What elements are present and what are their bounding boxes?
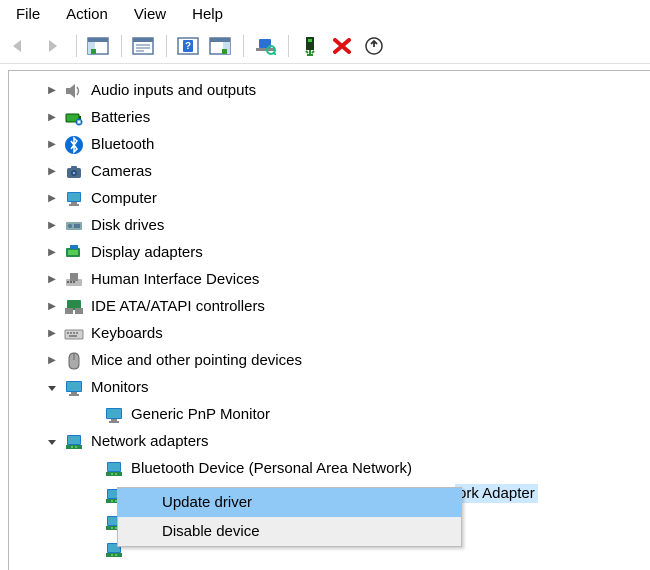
collapse-icon[interactable]: [45, 381, 59, 395]
toolbar-separator: [76, 35, 77, 57]
tree-label: Display adapters: [89, 243, 205, 262]
tree-label: Audio inputs and outputs: [89, 81, 258, 100]
menu-action[interactable]: Action: [54, 4, 120, 25]
svg-text:?: ?: [185, 41, 191, 52]
toolbar-separator: [121, 35, 122, 57]
expand-icon[interactable]: ▶: [45, 354, 59, 368]
mouse-icon: [63, 350, 85, 372]
action-pane-button[interactable]: [205, 33, 235, 59]
camera-icon: [63, 161, 85, 183]
scan-hardware-button[interactable]: [250, 33, 280, 59]
keyboard-icon: [63, 323, 85, 345]
toolbar: ?: [0, 29, 650, 64]
toolbar-separator: [166, 35, 167, 57]
ctx-disable-device[interactable]: Disable device: [118, 517, 461, 546]
tree-label: Monitors: [89, 378, 151, 397]
expand-icon[interactable]: ▶: [45, 165, 59, 179]
toolbar-separator: [243, 35, 244, 57]
tree-node-ide[interactable]: ▶ IDE ATA/ATAPI controllers: [15, 293, 650, 320]
context-menu: Update driver Disable device: [117, 487, 462, 547]
collapse-icon[interactable]: [45, 435, 59, 449]
monitor-icon: [63, 377, 85, 399]
computer-icon: [63, 188, 85, 210]
spacer: [85, 543, 99, 557]
tree-node-monitors[interactable]: Monitors: [15, 374, 650, 401]
display-adapter-icon: [63, 242, 85, 264]
network-adapter-icon: [63, 431, 85, 453]
tree-label: Mice and other pointing devices: [89, 351, 304, 370]
audio-icon: [63, 80, 85, 102]
tree-node-diskdrives[interactable]: ▶ Disk drives: [15, 212, 650, 239]
show-hide-tree-button[interactable]: [83, 33, 113, 59]
network-adapter-icon: [103, 458, 125, 480]
tree-node-network[interactable]: Network adapters: [15, 428, 650, 455]
expand-icon[interactable]: ▶: [45, 300, 59, 314]
expand-icon[interactable]: ▶: [45, 138, 59, 152]
tree-node-computer[interactable]: ▶ Computer: [15, 185, 650, 212]
tree-label-partial: ork Adapter: [455, 484, 538, 503]
menu-file[interactable]: File: [4, 4, 52, 25]
tree-label: Human Interface Devices: [89, 270, 261, 289]
tree-label: Bluetooth: [89, 135, 156, 154]
tree-node-batteries[interactable]: ▶ Batteries: [15, 104, 650, 131]
monitor-icon: [103, 404, 125, 426]
tree-node-mice[interactable]: ▶ Mice and other pointing devices: [15, 347, 650, 374]
disk-icon: [63, 215, 85, 237]
tree-node-keyboards[interactable]: ▶ Keyboards: [15, 320, 650, 347]
expand-icon[interactable]: ▶: [45, 246, 59, 260]
ide-icon: [63, 296, 85, 318]
bluetooth-icon: [63, 134, 85, 156]
tree-node-audio[interactable]: ▶ Audio inputs and outputs: [15, 77, 650, 104]
tree-label: Disk drives: [89, 216, 166, 235]
back-button[interactable]: [6, 33, 36, 59]
hid-icon: [63, 269, 85, 291]
expand-icon[interactable]: ▶: [45, 84, 59, 98]
menu-view[interactable]: View: [122, 4, 178, 25]
spacer: [85, 408, 99, 422]
expand-icon[interactable]: ▶: [45, 327, 59, 341]
expand-icon[interactable]: ▶: [45, 219, 59, 233]
disable-device-button[interactable]: [327, 33, 357, 59]
tree-label: Computer: [89, 189, 159, 208]
enable-device-button[interactable]: [295, 33, 325, 59]
spacer: [85, 462, 99, 476]
tree-node-bt-pan[interactable]: Bluetooth Device (Personal Area Network): [15, 455, 650, 482]
ctx-update-driver[interactable]: Update driver: [118, 488, 461, 517]
tree-label: Generic PnP Monitor: [129, 405, 272, 424]
expand-icon[interactable]: ▶: [45, 111, 59, 125]
tree-label: Network adapters: [89, 432, 211, 451]
tree-label: Keyboards: [89, 324, 165, 343]
update-driver-button[interactable]: [359, 33, 389, 59]
tree-node-generic-monitor[interactable]: Generic PnP Monitor: [15, 401, 650, 428]
menu-bar: File Action View Help: [0, 0, 650, 29]
tree-label: Bluetooth Device (Personal Area Network): [129, 459, 414, 478]
tree-node-cameras[interactable]: ▶ Cameras: [15, 158, 650, 185]
tree-label: Batteries: [89, 108, 152, 127]
help-button[interactable]: ?: [173, 33, 203, 59]
expand-icon[interactable]: ▶: [45, 273, 59, 287]
device-tree-pane: ▶ Audio inputs and outputs ▶ Batteries ▶…: [8, 70, 650, 570]
spacer: [85, 489, 99, 503]
tree-label: Cameras: [89, 162, 154, 181]
tree-node-hid[interactable]: ▶ Human Interface Devices: [15, 266, 650, 293]
menu-help[interactable]: Help: [180, 4, 235, 25]
tree-label: IDE ATA/ATAPI controllers: [89, 297, 267, 316]
tree-node-bluetooth[interactable]: ▶ Bluetooth: [15, 131, 650, 158]
battery-icon: [63, 107, 85, 129]
tree-node-display[interactable]: ▶ Display adapters: [15, 239, 650, 266]
toolbar-separator: [288, 35, 289, 57]
expand-icon[interactable]: ▶: [45, 192, 59, 206]
properties-button[interactable]: [128, 33, 158, 59]
spacer: [85, 516, 99, 530]
forward-button[interactable]: [38, 33, 68, 59]
